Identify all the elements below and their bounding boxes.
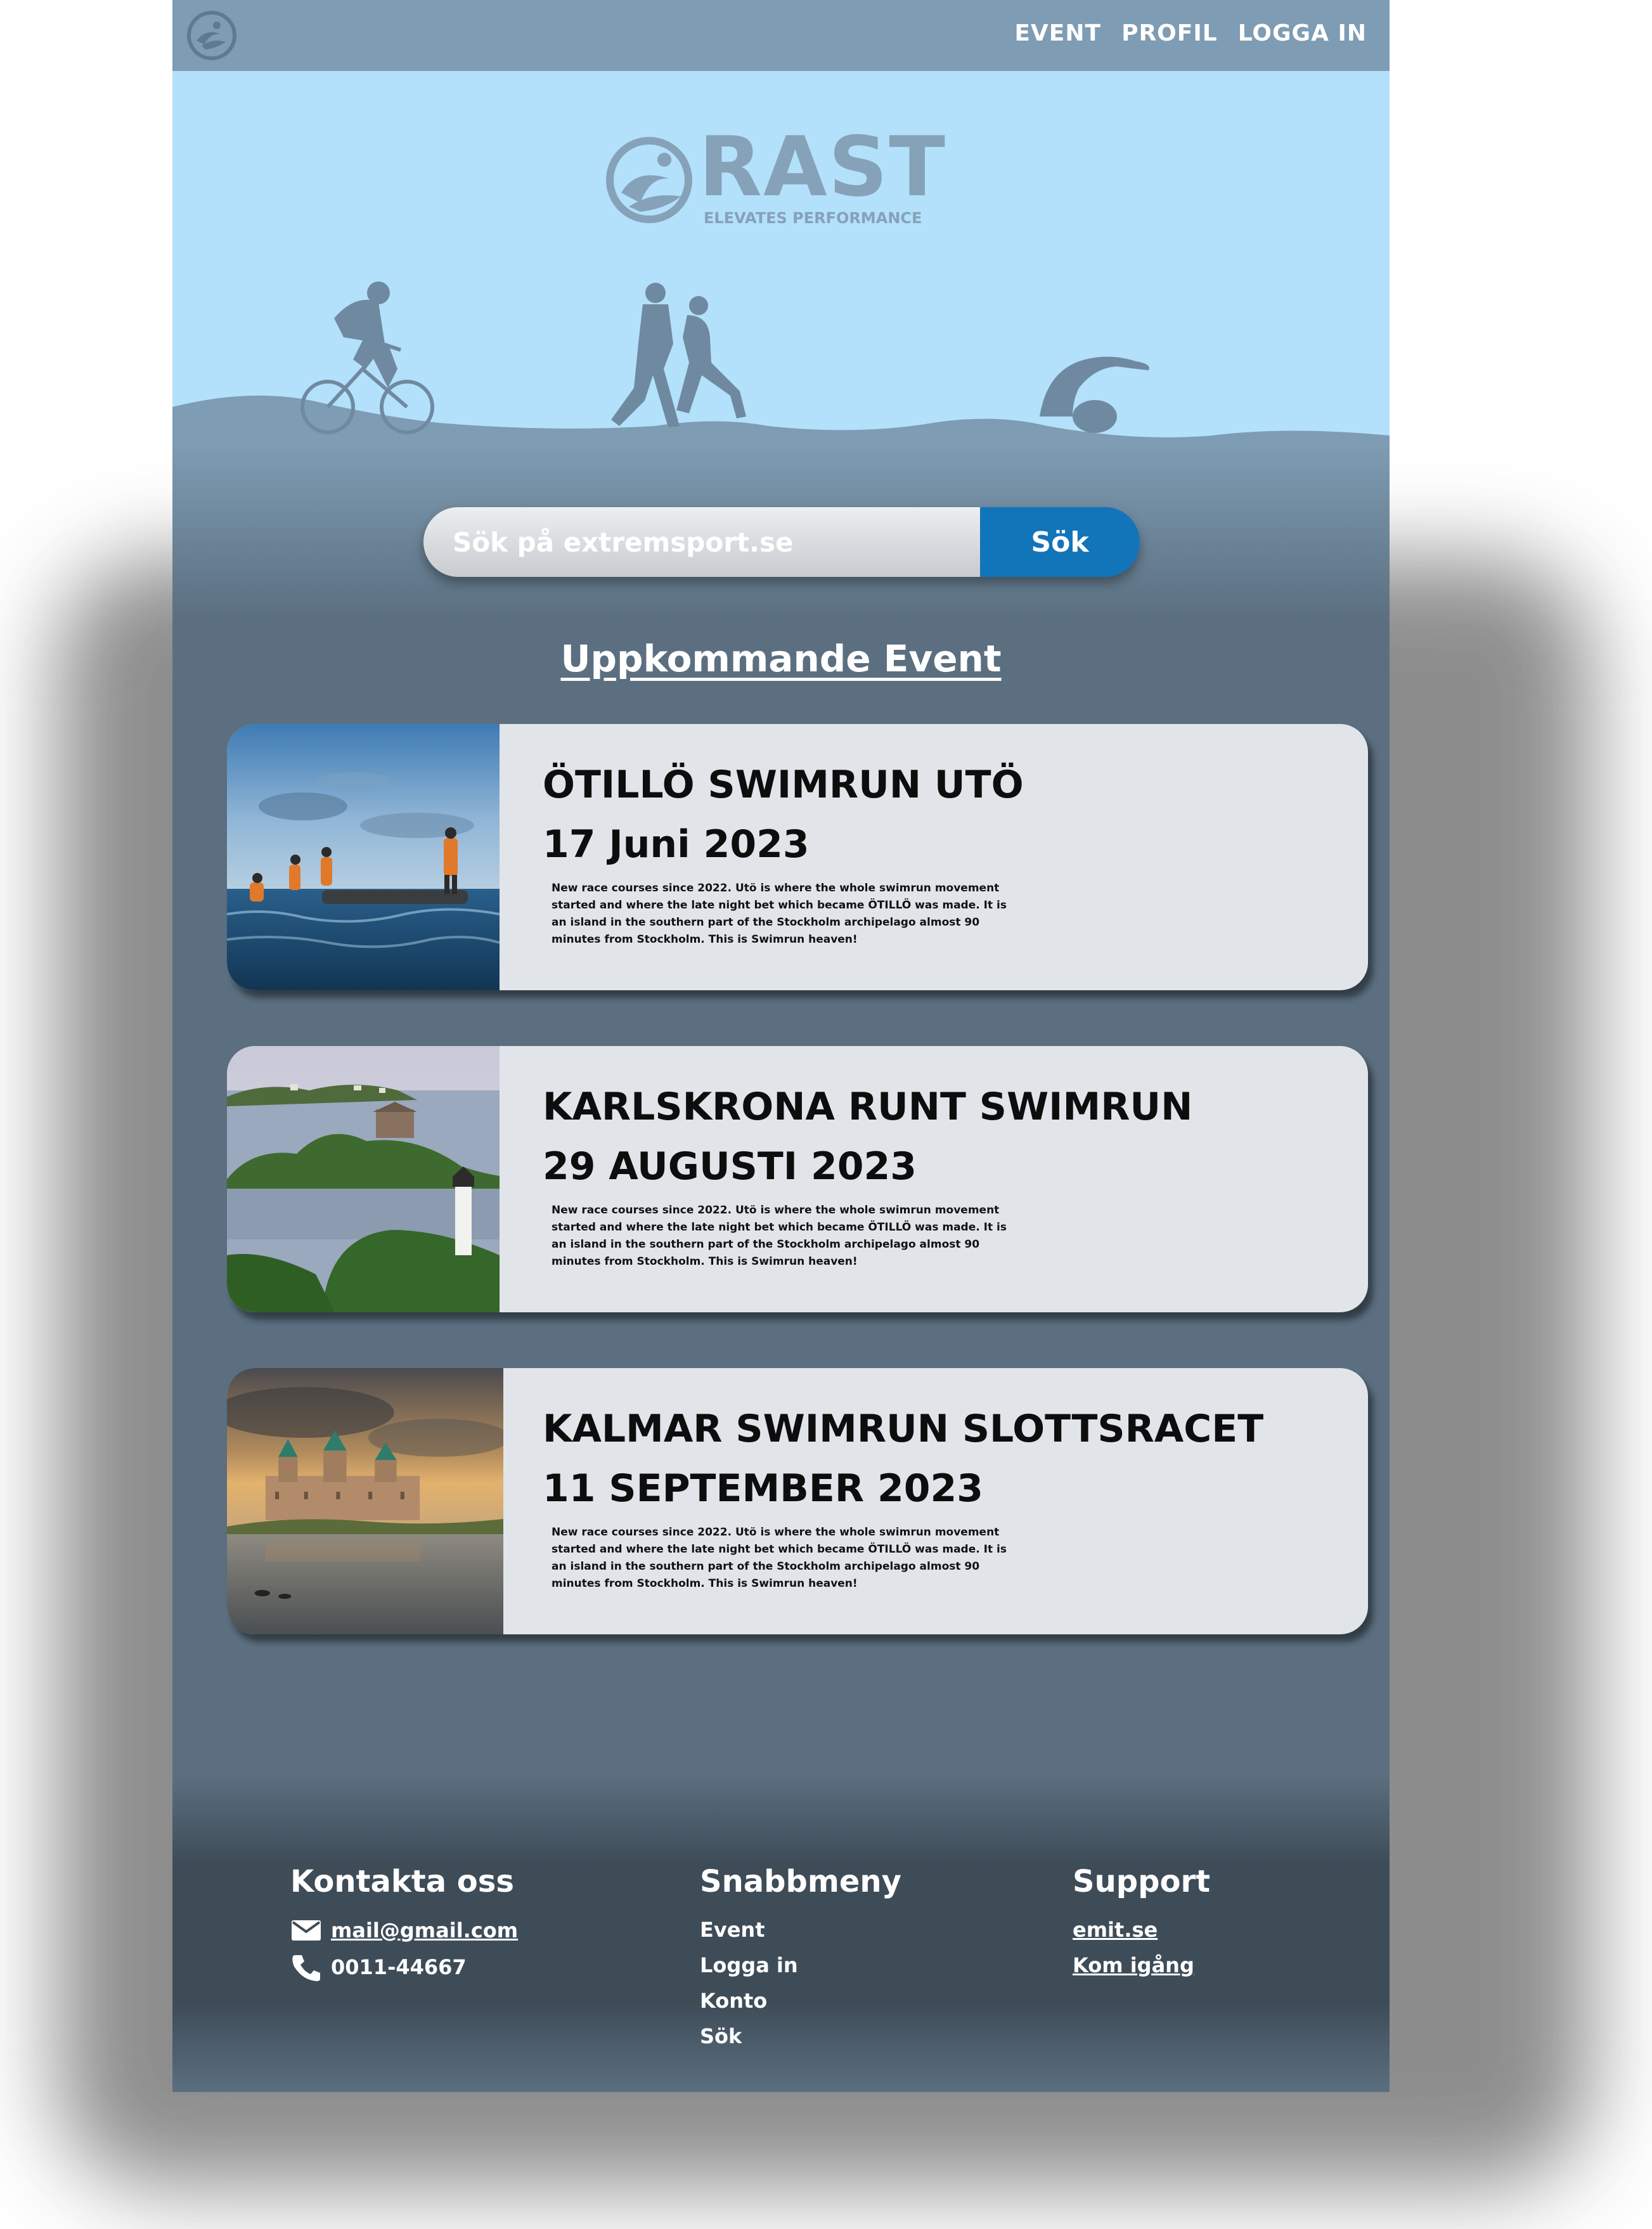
- event-date: 29 AUGUSTI 2023: [543, 1144, 917, 1189]
- footer-support-heading: Support: [1073, 1864, 1211, 1899]
- footer-link-sok[interactable]: Sök: [700, 2019, 901, 2054]
- event-body: KARLSKRONA RUNT SWIMRUN 29 AUGUSTI 2023 …: [543, 1084, 1341, 1270]
- event-description: New race courses since 2022. Utö is wher…: [552, 882, 1007, 946]
- footer-link-konto[interactable]: Konto: [700, 1983, 901, 2019]
- event-body: KALMAR SWIMRUN SLOTTSRACET 11 SEPTEMBER …: [543, 1406, 1341, 1593]
- event-date: 17 Juni 2023: [543, 822, 810, 867]
- footer-phone: 0011-44667: [331, 1955, 467, 1979]
- section-title: Uppkommande Event: [560, 637, 1002, 680]
- phone-icon: [292, 1955, 320, 1981]
- event-image-kalmar: [227, 1368, 503, 1634]
- footer-email-link[interactable]: mail@gmail.com: [331, 1912, 518, 1949]
- event-description: New race courses since 2022. Utö is wher…: [552, 1526, 1007, 1590]
- nav-links: EVENT PROFIL LOGGA IN: [1014, 20, 1367, 46]
- search-button[interactable]: Sök: [980, 507, 1140, 577]
- event-description: New race courses since 2022. Utö is wher…: [552, 1204, 1007, 1268]
- nav-profil-link[interactable]: PROFIL: [1121, 20, 1218, 46]
- hero-banner: RAST ELEVATES PERFORMANCE: [172, 71, 1390, 477]
- event-title: ÖTILLÖ SWIMRUN UTÖ: [543, 763, 1024, 807]
- nav-login-link[interactable]: LOGGA IN: [1238, 20, 1367, 46]
- footer-link-kom-igang[interactable]: Kom igång: [1073, 1948, 1210, 1983]
- event-image-otillo: [227, 724, 500, 990]
- footer-link-emit[interactable]: emit.se: [1073, 1912, 1210, 1948]
- event-body: ÖTILLÖ SWIMRUN UTÖ 17 Juni 2023 New race…: [543, 762, 1341, 948]
- brand-name: RAST: [699, 119, 947, 215]
- nav-event-link[interactable]: EVENT: [1014, 20, 1101, 46]
- footer-link-login[interactable]: Logga in: [700, 1948, 901, 1983]
- footer-contact: Kontakta oss mail@gmail.com 0011-44667: [290, 1864, 518, 1986]
- event-card-karlskrona[interactable]: KARLSKRONA RUNT SWIMRUN 29 AUGUSTI 2023 …: [227, 1046, 1368, 1312]
- swimmer-icon: [1040, 356, 1149, 433]
- footer-quickmenu: Snabbmeny Event Logga in Konto Sök: [700, 1864, 901, 2054]
- event-title: KARLSKRONA RUNT SWIMRUN: [543, 1085, 1193, 1129]
- runners-icon: [611, 283, 746, 427]
- search-bar: Sök: [423, 507, 1140, 577]
- event-image-karlskrona: [227, 1046, 500, 1312]
- search-input[interactable]: [423, 507, 980, 577]
- footer-support: Support emit.se Kom igång: [1073, 1864, 1210, 1983]
- page: EVENT PROFIL LOGGA IN RAST ELEVATES PERF…: [172, 0, 1390, 2092]
- mail-icon: [292, 1920, 321, 1941]
- footer-contact-heading: Kontakta oss: [290, 1864, 514, 1899]
- event-title: KALMAR SWIMRUN SLOTTSRACET: [543, 1407, 1264, 1451]
- logo-icon[interactable]: [185, 9, 238, 62]
- footer: Kontakta oss mail@gmail.com 0011-44667 S…: [172, 1775, 1390, 2092]
- footer-quickmenu-heading: Snabbmeny: [700, 1864, 901, 1899]
- footer-email-row: mail@gmail.com: [290, 1912, 518, 1949]
- event-date: 11 SEPTEMBER 2023: [543, 1466, 983, 1511]
- brand-tagline: ELEVATES PERFORMANCE: [704, 209, 922, 227]
- footer-phone-row: 0011-44667: [290, 1949, 518, 1986]
- footer-link-event[interactable]: Event: [700, 1912, 901, 1948]
- event-card-otillo[interactable]: ÖTILLÖ SWIMRUN UTÖ 17 Juni 2023 New race…: [227, 724, 1368, 990]
- event-card-kalmar[interactable]: KALMAR SWIMRUN SLOTTSRACET 11 SEPTEMBER …: [227, 1368, 1368, 1634]
- top-nav: EVENT PROFIL LOGGA IN: [172, 0, 1390, 71]
